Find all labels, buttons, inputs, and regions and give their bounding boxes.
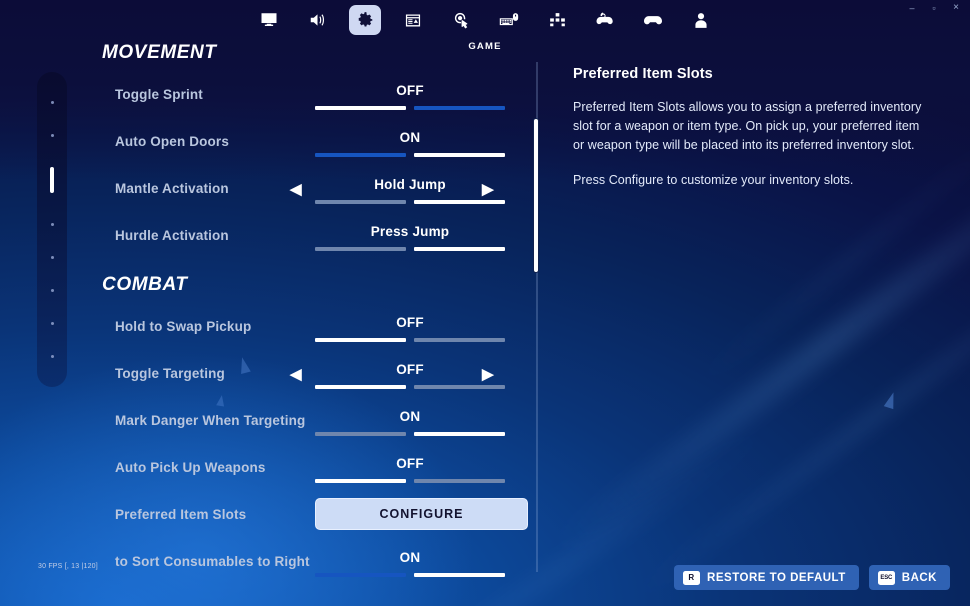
settings-row-value: Hold Jump [315, 176, 505, 194]
settings-row[interactable]: Hurdle Activation Press Jump [90, 215, 535, 262]
settings-row-value: OFF [315, 314, 505, 332]
settings-row-control[interactable]: OFF [315, 455, 505, 483]
option-segments [315, 153, 505, 157]
page-indicator-dot[interactable] [51, 256, 54, 259]
option-segment [414, 106, 505, 110]
page-indicator-dot[interactable] [51, 355, 54, 358]
page-indicator-dot[interactable] [51, 322, 54, 325]
settings-row-control[interactable]: OFF [315, 82, 505, 110]
option-segment [414, 573, 505, 577]
page-indicator-dot[interactable] [51, 223, 54, 226]
settings-row-value: OFF [315, 455, 505, 473]
settings-row-control[interactable]: ON [315, 408, 505, 436]
settings-row-value: ON [315, 549, 505, 567]
settings-row-label: to Sort Consumables to Right [115, 554, 310, 569]
option-segments [315, 573, 505, 577]
settings-row-label: Preferred Item Slots [115, 507, 246, 522]
option-segment [315, 247, 406, 251]
info-body-secondary: Press Configure to customize your invent… [573, 171, 923, 190]
active-category-label: GAME [0, 41, 970, 52]
settings-row-label: Mark Danger When Targeting [115, 413, 305, 428]
option-segments [315, 247, 505, 251]
settings-row-control[interactable]: Press Jump [315, 223, 505, 251]
option-segment [414, 153, 505, 157]
option-segments [315, 385, 505, 389]
next-option-arrow-icon[interactable]: ▶ [482, 367, 494, 382]
settings-row-value: ON [315, 129, 505, 147]
settings-row-control[interactable]: ON [315, 549, 505, 577]
settings-row-label: Mantle Activation [115, 181, 229, 196]
settings-row-control[interactable]: OFF [315, 314, 505, 342]
action-label: BACK [902, 572, 937, 584]
restore-to-default-button[interactable]: R RESTORE TO DEFAULT [674, 565, 859, 590]
key-badge: ESC [878, 571, 895, 585]
scrollbar-thumb[interactable] [533, 118, 539, 273]
settings-row-control[interactable]: ON [315, 129, 505, 157]
maximize-icon[interactable]: ▫ [924, 1, 944, 15]
option-segment [315, 385, 406, 389]
option-segment [315, 106, 406, 110]
option-segment [315, 153, 406, 157]
settings-row-value: Press Jump [315, 223, 505, 241]
page-indicator-dot[interactable] [51, 134, 54, 137]
info-body: Preferred Item Slots allows you to assig… [573, 98, 923, 155]
settings-row-label: Auto Open Doors [115, 134, 229, 149]
info-panel: Preferred Item Slots Preferred Item Slot… [573, 66, 923, 190]
configure-button[interactable]: CONFIGURE [315, 498, 528, 530]
option-segment [414, 479, 505, 483]
page-indicator-dot[interactable] [51, 289, 54, 292]
page-indicator-active[interactable] [50, 167, 54, 193]
settings-row[interactable]: Hold to Swap Pickup OFF [90, 306, 535, 353]
settings-row[interactable]: Auto Pick Up Weapons OFF [90, 447, 535, 494]
option-segment [315, 432, 406, 436]
option-segment [414, 247, 505, 251]
settings-row[interactable]: Toggle Sprint OFF [90, 74, 535, 121]
option-segment [315, 200, 406, 204]
option-segment [315, 479, 406, 483]
option-segment [414, 432, 505, 436]
option-segment [315, 573, 406, 577]
settings-row[interactable]: Mantle Activation Hold Jump ◀ ▶ [90, 168, 535, 215]
previous-option-arrow-icon[interactable]: ◀ [290, 182, 302, 197]
page-indicator-rail [37, 72, 67, 387]
fps-counter: 30 FPS [, 13 |120] [38, 563, 98, 570]
settings-row-control[interactable]: OFF [315, 361, 505, 389]
settings-row[interactable]: Auto Open Doors ON [90, 121, 535, 168]
window-titlebar: – ▫ × [0, 0, 970, 16]
option-segments [315, 338, 505, 342]
settings-row-value: OFF [315, 82, 505, 100]
info-title: Preferred Item Slots [573, 66, 923, 82]
settings-row[interactable]: Mark Danger When Targeting ON [90, 400, 535, 447]
option-segment [414, 385, 505, 389]
option-segments [315, 479, 505, 483]
key-badge: R [683, 571, 700, 585]
section-title: COMBAT [102, 274, 535, 296]
option-segment [315, 338, 406, 342]
settings-row-label: Hold to Swap Pickup [115, 319, 251, 334]
settings-row-value: OFF [315, 361, 505, 379]
settings-row-control[interactable]: Hold Jump [315, 176, 505, 204]
settings-row[interactable]: to Sort Consumables to Right ON [90, 541, 535, 582]
bottom-action-bar: R RESTORE TO DEFAULT ESC BACK [674, 565, 950, 590]
settings-list: MOVEMENTToggle SprintOFFAuto Open DoorsO… [90, 42, 535, 582]
settings-row[interactable]: Preferred Item Slots CONFIGURE [90, 494, 535, 541]
settings-row-label: Hurdle Activation [115, 228, 229, 243]
option-segment [414, 200, 505, 204]
settings-row-value: ON [315, 408, 505, 426]
settings-row-label: Toggle Sprint [115, 87, 203, 102]
previous-option-arrow-icon[interactable]: ◀ [290, 367, 302, 382]
back-button[interactable]: ESC BACK [869, 565, 950, 590]
settings-row-label: Auto Pick Up Weapons [115, 460, 266, 475]
settings-row[interactable]: Toggle Targeting OFF ◀ ▶ [90, 353, 535, 400]
settings-row-label: Toggle Targeting [115, 366, 225, 381]
option-segments [315, 106, 505, 110]
next-option-arrow-icon[interactable]: ▶ [482, 182, 494, 197]
option-segments [315, 432, 505, 436]
close-icon[interactable]: × [946, 1, 966, 15]
option-segments [315, 200, 505, 204]
page-indicator-dot[interactable] [51, 101, 54, 104]
minimize-icon[interactable]: – [902, 1, 922, 15]
option-segment [414, 338, 505, 342]
action-label: RESTORE TO DEFAULT [707, 572, 846, 584]
